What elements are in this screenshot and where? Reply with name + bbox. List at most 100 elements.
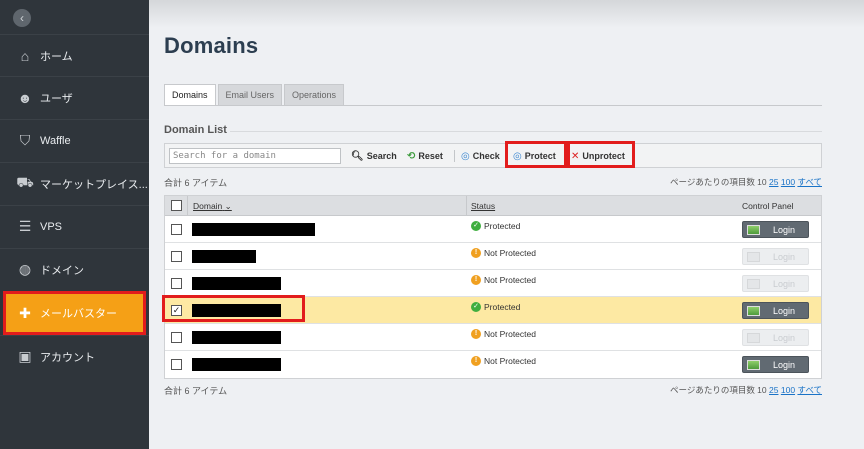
warning-icon: ! [471, 356, 481, 366]
top-bar [149, 0, 864, 28]
table-row[interactable]: ✓ Protected Login [165, 216, 821, 243]
per-page-all[interactable]: すべて [797, 177, 822, 187]
status-text: Protected [484, 221, 521, 231]
redacted-domain [192, 331, 281, 344]
domain-column-header[interactable]: Domain ⌄ [193, 196, 232, 216]
users-icon: ☻ [17, 89, 33, 106]
puzzle-icon: ✚ [19, 304, 31, 321]
select-all-checkbox[interactable] [171, 200, 182, 211]
check-button-label: Check [472, 151, 500, 161]
screen-icon [747, 332, 760, 343]
screen-icon [747, 278, 760, 289]
per-page-label: ページあたりの項目数 10 [669, 385, 767, 395]
sidebar-item-users[interactable]: ☻ ユーザ [0, 76, 149, 118]
table-row[interactable]: ! Not Protected Login [165, 351, 821, 378]
sidebar-item-home[interactable]: ⌂ ホーム [0, 34, 149, 76]
home-icon: ⌂ [20, 47, 30, 64]
control-panel-header: Control Panel [742, 201, 794, 211]
warning-icon: ! [471, 329, 481, 339]
status-text: Not Protected [484, 275, 536, 285]
pager-top: ページあたりの項目数 10 25 100 すべて [670, 176, 822, 188]
section-divider [230, 131, 822, 132]
per-page-25[interactable]: 25 [769, 177, 778, 187]
chevron-left-icon[interactable]: ‹ [13, 9, 31, 27]
per-page-label: ページあたりの項目数 10 [669, 177, 767, 187]
status-cell: ! Not Protected [471, 356, 536, 366]
warning-icon: ! [471, 248, 481, 258]
sidebar-item-label: メールバスター [40, 308, 117, 320]
magnifier-icon: 🔍︎ [351, 150, 364, 162]
chevron-down-icon: ⌄ [224, 201, 232, 211]
table-header: Domain ⌄ Status Control Panel [165, 196, 821, 216]
row-checkbox[interactable] [171, 359, 182, 370]
sidebar-item-domain[interactable]: ◍ ドメイン [0, 248, 149, 290]
screen-icon [747, 224, 760, 235]
login-button-disabled: Login [742, 329, 809, 346]
reset-button[interactable]: ⟲ Reset [407, 147, 443, 165]
sidebar-item-vps[interactable]: ☰ VPS [0, 205, 149, 247]
status-text: Not Protected [484, 248, 536, 258]
column-separator [466, 196, 467, 216]
item-count: 合計 6 アイテム [164, 178, 228, 188]
per-page-100[interactable]: 100 [781, 177, 795, 187]
login-button[interactable]: Login [742, 302, 809, 319]
sidebar-item-label: ドメイン [40, 264, 84, 277]
search-button[interactable]: 🔍︎ Search [351, 147, 397, 165]
redacted-domain [192, 223, 315, 236]
sidebar-item-label: VPS [40, 220, 63, 233]
check-button[interactable]: ◎ Check [461, 147, 500, 165]
sidebar-item-label: ホーム [40, 50, 73, 63]
row-checkbox[interactable] [171, 332, 182, 343]
per-page-100[interactable]: 100 [781, 385, 795, 395]
page-title: Domains [164, 33, 259, 58]
login-label: Login [772, 278, 796, 289]
cart-icon: ⛟ [16, 174, 34, 190]
tab-domains[interactable]: Domains [164, 84, 216, 106]
status-cell: ✓ Protected [471, 221, 520, 231]
column-separator [187, 196, 188, 216]
sidebar-item-label: Waffle [40, 134, 71, 147]
sidebar-item-label: アカウント [40, 351, 95, 364]
sidebar-item-waffle[interactable]: ⛉ Waffle [0, 119, 149, 161]
row-checkbox[interactable] [171, 251, 182, 262]
table-row[interactable]: ! Not Protected Login [165, 324, 821, 351]
row-checkbox[interactable] [171, 278, 182, 289]
login-button[interactable]: Login [742, 356, 809, 373]
login-button[interactable]: Login [742, 221, 809, 238]
unprotect-highlight [567, 141, 635, 168]
redacted-domain [192, 277, 281, 290]
domain-table: Domain ⌄ Status Control Panel ✓ Protected… [164, 195, 822, 379]
check-icon: ◎ [461, 150, 470, 162]
reset-icon: ⟲ [407, 150, 416, 162]
search-button-label: Search [366, 151, 397, 161]
row-checkbox[interactable] [171, 224, 182, 235]
sidebar-item-account[interactable]: ▣ アカウント [0, 335, 149, 377]
domain-header-label: Domain [193, 201, 223, 211]
search-input[interactable]: Search for a domain [169, 148, 341, 164]
screen-icon [747, 305, 760, 316]
login-button-disabled: Login [742, 275, 809, 292]
screen-icon [747, 251, 760, 262]
table-row[interactable]: ! Not Protected Login [165, 243, 821, 270]
selected-row-highlight [162, 295, 305, 322]
reset-button-label: Reset [418, 151, 443, 161]
login-label: Login [772, 305, 796, 316]
table-row[interactable]: ! Not Protected Login [165, 270, 821, 297]
server-icon: ☰ [18, 218, 32, 234]
sidebar: ‹ ⌂ ホーム ☻ ユーザ ⛉ Waffle ⛟ マーケットプレイス... ☰ VPS ◍… [0, 0, 149, 449]
tab-operations[interactable]: Operations [284, 84, 345, 106]
login-button-disabled: Login [742, 248, 809, 265]
per-page-25[interactable]: 25 [769, 385, 778, 395]
status-column-header[interactable]: Status [471, 196, 495, 216]
tab-email-users[interactable]: Email Users [217, 84, 283, 106]
per-page-all[interactable]: すべて [797, 385, 822, 395]
protect-highlight [505, 141, 567, 168]
redacted-domain [192, 358, 281, 371]
briefcase-icon: ▣ [18, 348, 32, 364]
sidebar-item-mailbuster[interactable]: ✚ メールバスター [3, 291, 146, 335]
status-cell: ! Not Protected [471, 248, 536, 258]
sidebar-item-marketplace[interactable]: ⛟ マーケットプレイス... [0, 162, 149, 204]
status-cell: ✓ Protected [471, 302, 520, 312]
shield-icon: ⛉ [19, 132, 31, 148]
sidebar-item-label: マーケットプレイス... [40, 178, 148, 191]
